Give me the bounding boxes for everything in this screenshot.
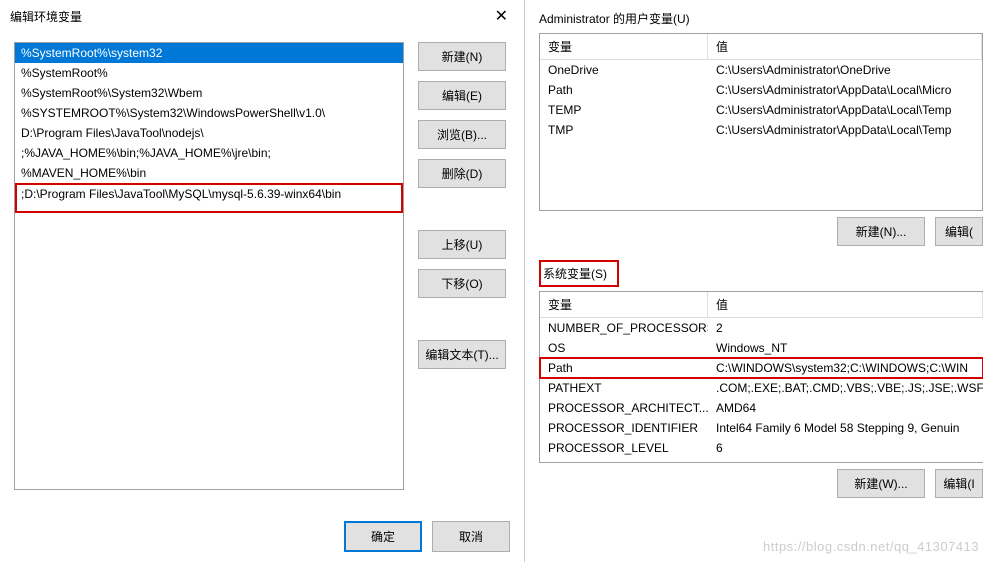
move-up-button[interactable]: 上移(U) — [418, 230, 506, 259]
sys-new-button[interactable]: 新建(W)... — [837, 469, 925, 498]
table-header: 变量 值 — [540, 292, 983, 318]
cell-variable: PATHEXT — [540, 378, 708, 398]
cell-value: C:\Users\Administrator\AppData\Local\Mic… — [708, 80, 982, 100]
path-list[interactable]: %SystemRoot%\system32%SystemRoot%%System… — [14, 42, 404, 490]
header-variable[interactable]: 变量 — [540, 34, 708, 59]
watermark: https://blog.csdn.net/qq_41307413 — [763, 539, 979, 554]
cell-value: Windows_NT — [708, 338, 983, 358]
table-row[interactable]: OneDriveC:\Users\Administrator\OneDrive — [540, 60, 982, 80]
dialog-footer: 确定 取消 — [344, 521, 510, 552]
cell-variable: OneDrive — [540, 60, 708, 80]
sys-vars-title: 系统变量(S) — [539, 260, 619, 287]
user-new-button[interactable]: 新建(N)... — [837, 217, 925, 246]
edit-button[interactable]: 编辑(E) — [418, 81, 506, 110]
table-row[interactable]: PROCESSOR_IDENTIFIERIntel64 Family 6 Mod… — [540, 418, 983, 438]
list-item[interactable]: ;D:\Program Files\JavaTool\MySQL\mysql-5… — [15, 183, 403, 213]
cell-variable: TMP — [540, 120, 708, 140]
sys-edit-button[interactable]: 编辑(I — [935, 469, 983, 498]
ok-button[interactable]: 确定 — [344, 521, 422, 552]
cell-variable: OS — [540, 338, 708, 358]
user-edit-button[interactable]: 编辑( — [935, 217, 983, 246]
cancel-button[interactable]: 取消 — [432, 521, 510, 552]
cell-value: 6 — [708, 438, 983, 458]
dialog-body: %SystemRoot%\system32%SystemRoot%%System… — [0, 32, 524, 500]
list-item[interactable]: ;%JAVA_HOME%\bin;%JAVA_HOME%\jre\bin; — [15, 143, 403, 163]
table-row[interactable]: TEMPC:\Users\Administrator\AppData\Local… — [540, 100, 982, 120]
list-item[interactable]: D:\Program Files\JavaTool\nodejs\ — [15, 123, 403, 143]
header-value[interactable]: 值 — [708, 34, 982, 59]
table-header: 变量 值 — [540, 34, 982, 60]
user-vars-table[interactable]: 变量 值 OneDriveC:\Users\Administrator\OneD… — [539, 33, 983, 211]
cell-value: 2 — [708, 318, 983, 338]
browse-button[interactable]: 浏览(B)... — [418, 120, 506, 149]
delete-button[interactable]: 删除(D) — [418, 159, 506, 188]
move-down-button[interactable]: 下移(O) — [418, 269, 506, 298]
cell-value: C:\WINDOWS\system32;C:\WINDOWS;C:\WIN — [708, 358, 983, 378]
list-item[interactable]: %SYSTEMROOT%\System32\WindowsPowerShell\… — [15, 103, 403, 123]
cell-variable: Path — [540, 80, 708, 100]
cell-value: AMD64 — [708, 398, 983, 418]
cell-variable: TEMP — [540, 100, 708, 120]
new-button[interactable]: 新建(N) — [418, 42, 506, 71]
list-item[interactable]: %MAVEN_HOME%\bin — [15, 163, 403, 183]
table-row[interactable]: PROCESSOR_ARCHITECT...AMD64 — [540, 398, 983, 418]
table-row[interactable]: PathC:\WINDOWS\system32;C:\WINDOWS;C:\WI… — [540, 358, 983, 378]
cell-value: C:\Users\Administrator\AppData\Local\Tem… — [708, 120, 982, 140]
cell-variable: PROCESSOR_LEVEL — [540, 438, 708, 458]
user-vars-title: Administrator 的用户变量(U) — [539, 10, 983, 27]
header-variable[interactable]: 变量 — [540, 292, 708, 317]
cell-variable: PROCESSOR_IDENTIFIER — [540, 418, 708, 438]
env-vars-panel: Administrator 的用户变量(U) 变量 值 OneDriveC:\U… — [525, 0, 983, 562]
edit-env-var-dialog: 编辑环境变量 ✕ %SystemRoot%\system32%SystemRoo… — [0, 0, 525, 562]
list-item[interactable]: %SystemRoot% — [15, 63, 403, 83]
list-item[interactable]: %SystemRoot%\System32\Wbem — [15, 83, 403, 103]
header-value[interactable]: 值 — [708, 292, 983, 317]
close-icon[interactable]: ✕ — [489, 6, 514, 26]
table-row[interactable]: PROCESSOR_LEVEL6 — [540, 438, 983, 458]
cell-value: C:\Users\Administrator\AppData\Local\Tem… — [708, 100, 982, 120]
cell-variable: Path — [540, 358, 708, 378]
table-row[interactable]: PATHEXT.COM;.EXE;.BAT;.CMD;.VBS;.VBE;.JS… — [540, 378, 983, 398]
cell-value: .COM;.EXE;.BAT;.CMD;.VBS;.VBE;.JS;.JSE;.… — [708, 378, 983, 398]
user-button-row: 新建(N)... 编辑( — [539, 217, 983, 246]
table-row[interactable]: PathC:\Users\Administrator\AppData\Local… — [540, 80, 982, 100]
cell-value: Intel64 Family 6 Model 58 Stepping 9, Ge… — [708, 418, 983, 438]
sys-vars-table[interactable]: 变量 值 NUMBER_OF_PROCESSORS2OSWindows_NTPa… — [539, 291, 983, 463]
table-row[interactable]: OSWindows_NT — [540, 338, 983, 358]
cell-variable: PROCESSOR_ARCHITECT... — [540, 398, 708, 418]
cell-variable: NUMBER_OF_PROCESSORS — [540, 318, 708, 338]
edit-text-button[interactable]: 编辑文本(T)... — [418, 340, 506, 369]
button-column: 新建(N) 编辑(E) 浏览(B)... 删除(D) 上移(U) 下移(O) 编… — [418, 42, 506, 490]
dialog-title: 编辑环境变量 — [10, 8, 82, 25]
sys-button-row: 新建(W)... 编辑(I — [539, 469, 983, 498]
dialog-header: 编辑环境变量 ✕ — [0, 0, 524, 32]
cell-value: C:\Users\Administrator\OneDrive — [708, 60, 982, 80]
list-item[interactable]: %SystemRoot%\system32 — [15, 43, 403, 63]
table-row[interactable]: NUMBER_OF_PROCESSORS2 — [540, 318, 983, 338]
table-row[interactable]: TMPC:\Users\Administrator\AppData\Local\… — [540, 120, 982, 140]
